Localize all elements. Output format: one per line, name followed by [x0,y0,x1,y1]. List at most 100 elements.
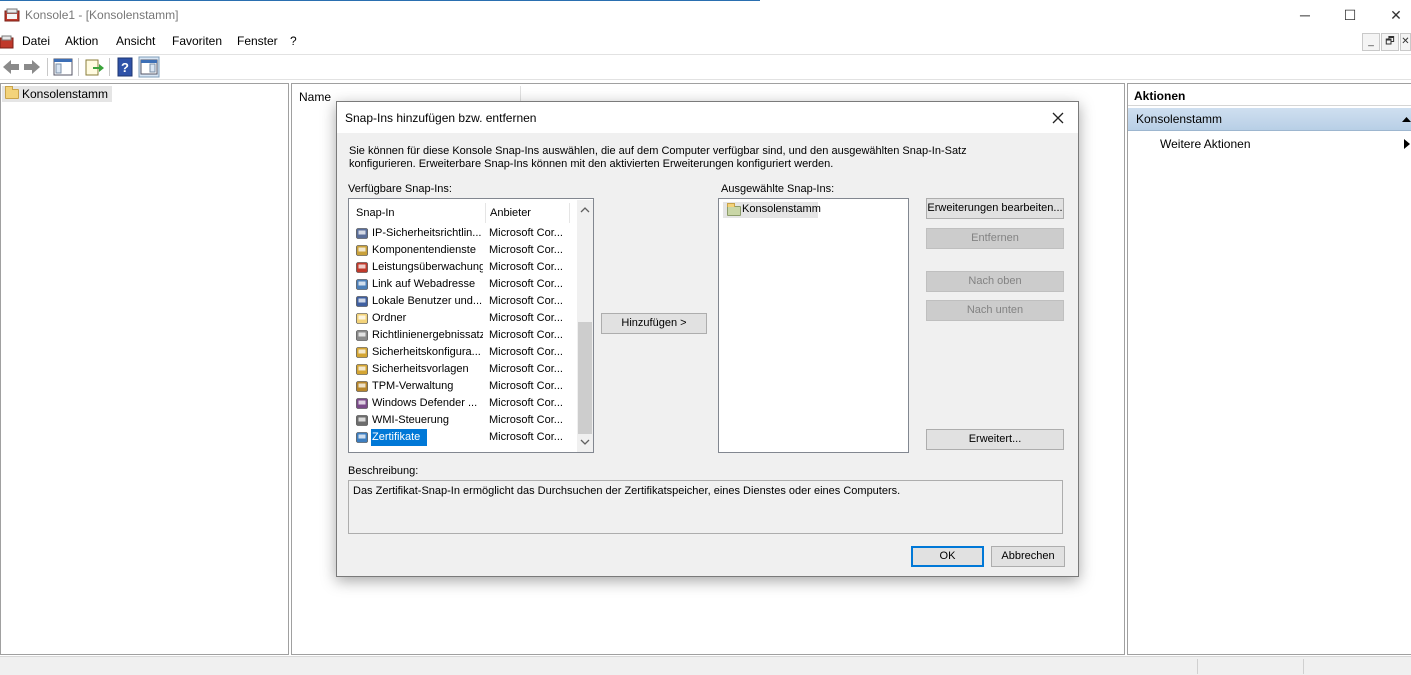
snapin-row[interactable]: Lokale Benutzer und... Microsoft Cor... [349,293,579,310]
folder-icon [727,203,741,216]
policy-result-icon [356,330,368,341]
snapin-name: Zertifikate [371,429,427,446]
menu-favoriten[interactable]: Favoriten [172,34,222,48]
snapin-row[interactable]: Leistungsüberwachung Microsoft Cor... [349,259,579,276]
ok-button[interactable]: OK [911,546,984,567]
maximize-button[interactable]: ☐ [1327,0,1373,31]
snapin-name: Link auf Webadresse [372,278,476,290]
snapin-row[interactable]: Windows Defender ... Microsoft Cor... [349,395,579,412]
show-hide-action-pane-icon[interactable] [138,56,160,78]
description-text: Das Zertifikat-Snap-In ermöglicht das Du… [353,485,901,497]
close-button[interactable]: ✕ [1373,0,1411,31]
snapin-name: Lokale Benutzer und... [372,295,483,307]
tree-node-konsolenstamm[interactable]: Konsolenstamm [2,86,113,102]
snapin-name: Ordner [372,312,407,324]
snapin-name: Sicherheitskonfigura... [372,346,481,358]
tpm-icon [356,381,368,392]
svg-text:?: ? [121,60,129,75]
add-button[interactable]: Hinzufügen > [601,313,707,334]
snapin-row[interactable]: Komponentendienste Microsoft Cor... [349,242,579,259]
export-list-icon[interactable] [83,56,105,78]
help-icon[interactable]: ? [114,56,136,78]
snapin-row[interactable]: Richtlinienergebnissatz Microsoft Cor... [349,327,579,344]
security-config-icon [356,347,368,358]
show-hide-tree-icon[interactable] [52,56,74,78]
move-up-button[interactable]: Nach oben [926,271,1064,292]
snapin-row[interactable]: Zertifikate Microsoft Cor... [349,429,579,446]
snapin-name: Leistungsüberwachung [372,261,483,273]
windows-defender-icon [356,398,368,409]
menu-aktion[interactable]: Aktion [65,34,98,48]
mdi-minimize-button[interactable]: _ [1362,33,1380,51]
mdi-restore-button[interactable]: 🗗 [1381,33,1399,51]
snapin-row[interactable]: TPM-Verwaltung Microsoft Cor... [349,378,579,395]
dialog-title: Snap-Ins hinzufügen bzw. entfernen [345,111,537,125]
wmi-icon [356,415,368,426]
toolbar [0,54,1411,80]
dialog-title-bar: Snap-Ins hinzufügen bzw. entfernen [337,102,1078,133]
remove-button[interactable]: Entfernen [926,228,1064,249]
column-header-vendor[interactable]: Anbieter [490,207,531,219]
status-bar [0,656,1411,675]
menu-fenster[interactable]: Fenster [237,34,278,48]
console-tree-pane [0,83,289,655]
collapse-up-icon[interactable] [1402,116,1411,123]
back-arrow-icon[interactable] [0,56,22,78]
folder-icon [5,86,19,99]
performance-monitor-icon [356,262,368,273]
snapin-row[interactable]: Link auf Webadresse Microsoft Cor... [349,276,579,293]
scroll-down-icon[interactable] [580,439,590,446]
snapin-vendor: Microsoft Cor... [489,261,563,273]
snapin-vendor: Microsoft Cor... [489,431,563,443]
snapin-vendor: Microsoft Cor... [489,414,563,426]
title-bar [0,0,1411,31]
snapin-vendor: Microsoft Cor... [489,227,563,239]
mdi-close-button[interactable]: ✕ [1400,33,1411,51]
scroll-up-icon[interactable] [580,206,590,213]
column-header-snapin[interactable]: Snap-In [356,207,395,219]
minimize-button[interactable]: ─ [1282,0,1328,31]
certificates-icon [356,432,368,443]
selected-item-konsolenstamm[interactable]: Konsolenstamm [723,202,821,218]
menu-datei[interactable]: Datei [22,34,50,48]
add-remove-snapins-dialog: Snap-Ins hinzufügen bzw. entfernen Sie k… [336,101,1079,577]
window-title: Konsole1 - [Konsolenstamm] [25,8,179,22]
dialog-intro-line1: Sie können für diese Konsole Snap-Ins au… [349,145,967,157]
snapin-row[interactable]: Sicherheitsvorlagen Microsoft Cor... [349,361,579,378]
dialog-intro-line2: konfigurieren. Erweiterbare Snap-Ins kön… [349,158,834,170]
available-snapins-label: Verfügbare Snap-Ins: [348,183,452,195]
submenu-arrow-icon[interactable] [1404,139,1411,149]
actions-section-konsolenstamm[interactable]: Konsolenstamm [1128,108,1411,131]
available-snapins-list[interactable]: Snap-In Anbieter IP-Sicherheitsrichtlin.… [348,198,594,453]
mmc-app-icon [4,8,20,22]
edit-extensions-button[interactable]: Erweiterungen bearbeiten... [926,198,1064,219]
column-header-name[interactable]: Name [299,90,331,104]
snapin-row[interactable]: Ordner Microsoft Cor... [349,310,579,327]
actions-more-link[interactable]: Weitere Aktionen [1160,137,1251,151]
snapin-row[interactable]: IP-Sicherheitsrichtlin... Microsoft Cor..… [349,225,579,242]
actions-section-label: Konsolenstamm [1136,112,1223,126]
dialog-close-button[interactable] [1046,106,1070,130]
cancel-button[interactable]: Abbrechen [991,546,1065,567]
menu-help[interactable]: ? [290,34,297,48]
selected-item-label: Konsolenstamm [742,203,821,215]
mmc-menu-icon[interactable] [0,34,14,50]
available-list-scrollbar[interactable] [577,200,593,452]
advanced-button[interactable]: Erweitert... [926,429,1064,450]
menu-ansicht[interactable]: Ansicht [116,34,155,48]
forward-arrow-icon[interactable] [21,56,43,78]
snapin-vendor: Microsoft Cor... [489,244,563,256]
local-users-icon [356,296,368,307]
selected-snapins-label: Ausgewählte Snap-Ins: [721,183,835,195]
snapin-name: WMI-Steuerung [372,414,450,426]
move-down-button[interactable]: Nach unten [926,300,1064,321]
close-icon [1052,112,1064,124]
snapin-vendor: Microsoft Cor... [489,312,563,324]
snapin-name: TPM-Verwaltung [372,380,454,392]
scrollbar-thumb[interactable] [578,322,592,434]
snapin-row[interactable]: Sicherheitskonfigura... Microsoft Cor... [349,344,579,361]
snapin-vendor: Microsoft Cor... [489,397,563,409]
snapin-name: Sicherheitsvorlagen [372,363,469,375]
selected-snapins-list[interactable]: Konsolenstamm [718,198,909,453]
snapin-row[interactable]: WMI-Steuerung Microsoft Cor... [349,412,579,429]
